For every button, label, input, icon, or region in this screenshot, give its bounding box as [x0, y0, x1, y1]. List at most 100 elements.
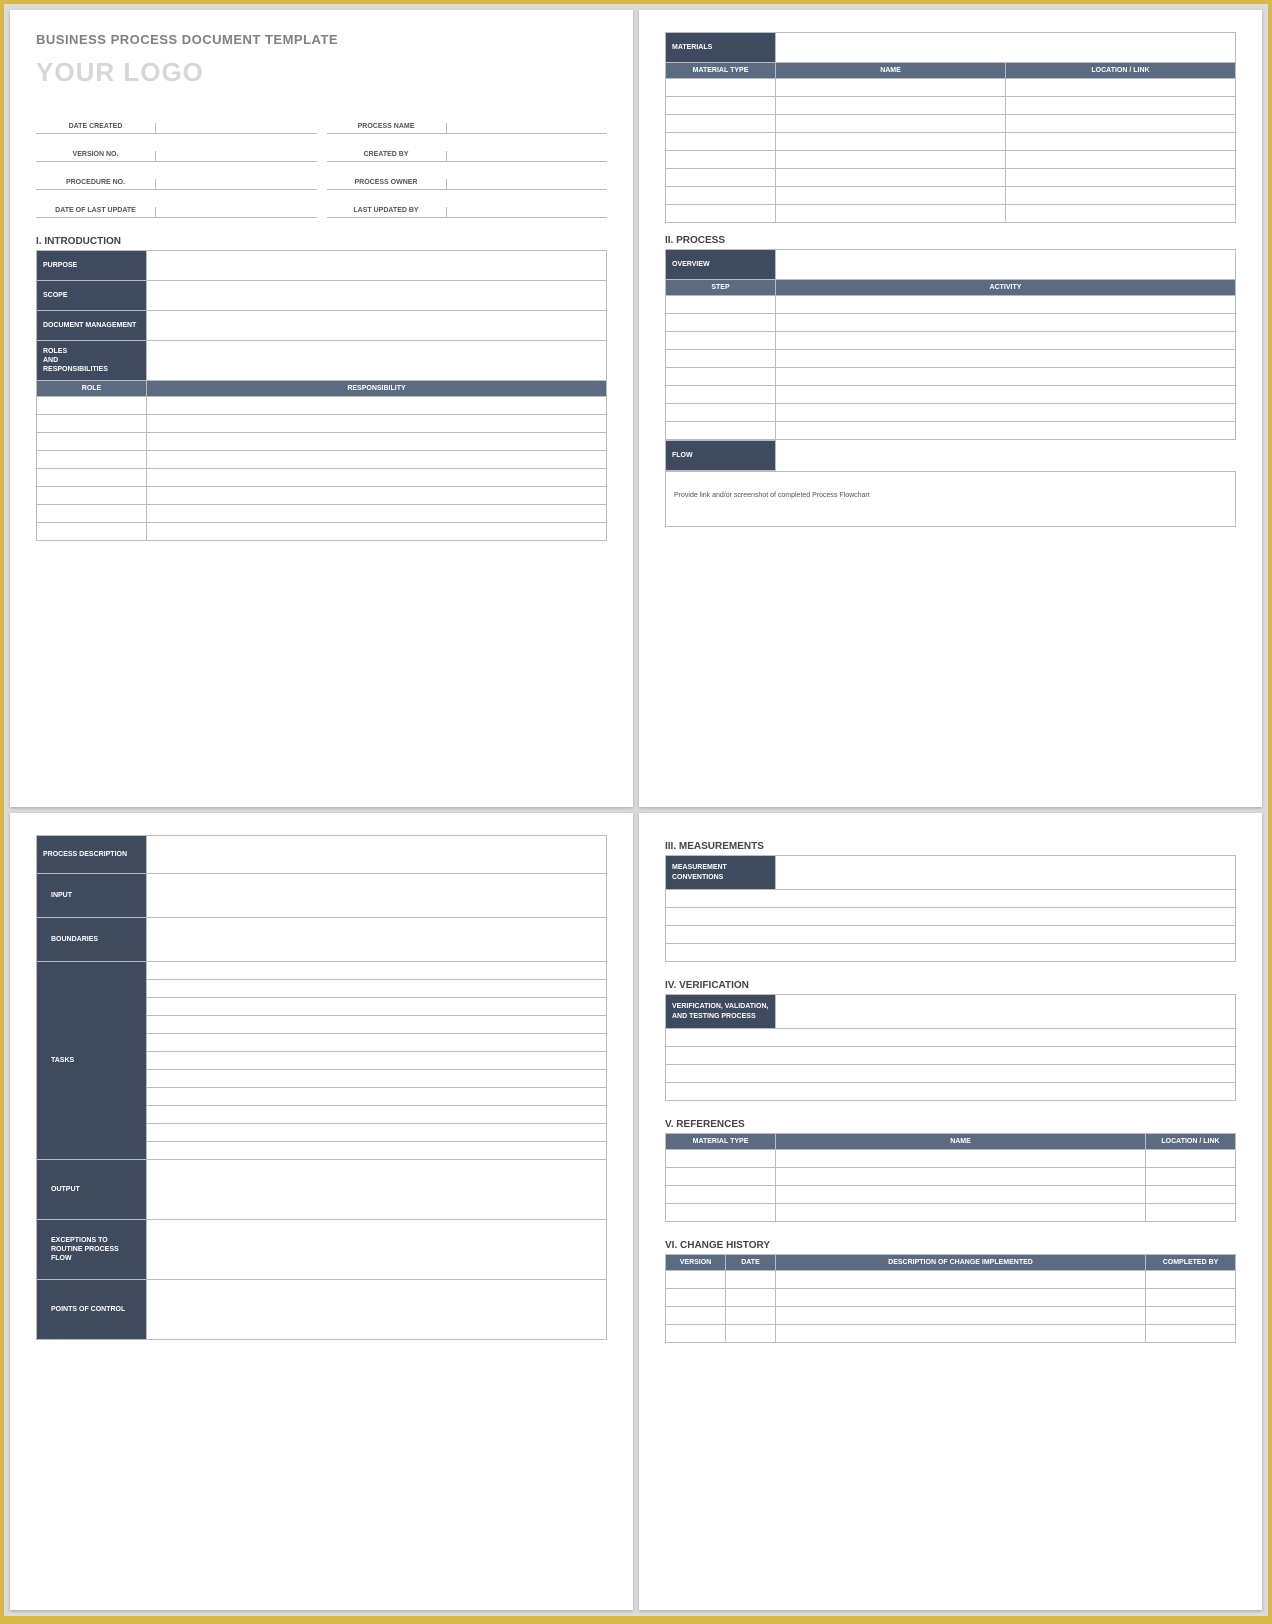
measurements-table: MEASUREMENT CONVENTIONS	[665, 855, 1236, 962]
table-row	[37, 505, 607, 523]
table-row	[37, 487, 607, 505]
page-4: III. MEASUREMENTS MEASUREMENT CONVENTION…	[639, 813, 1262, 1610]
col-step: STEP	[666, 280, 776, 296]
table-row	[666, 1271, 1236, 1289]
col-completed: COMPLETED BY	[1146, 1255, 1236, 1271]
meta-grid: DATE CREATED PROCESS NAME VERSION NO. CR…	[36, 106, 607, 218]
table-row	[666, 169, 1236, 187]
logo-placeholder: YOUR LOGO	[36, 57, 607, 88]
meta-process-owner: PROCESS OWNER	[327, 162, 608, 190]
table-row	[666, 1186, 1236, 1204]
document-spread: BUSINESS PROCESS DOCUMENT TEMPLATE YOUR …	[4, 4, 1268, 1616]
section-change-history-heading: VI. CHANGE HISTORY	[665, 1240, 1236, 1251]
col-material-type: MATERIAL TYPE	[666, 63, 776, 79]
section-process-heading: II. PROCESS	[665, 235, 1236, 246]
table-row	[666, 115, 1236, 133]
label-process-description: PROCESS DESCRIPTION	[37, 836, 147, 874]
col-material-name: NAME	[776, 63, 1006, 79]
meta-created-by: CREATED BY	[327, 134, 608, 162]
change-history-table: VERSION DATE DESCRIPTION OF CHANGE IMPLE…	[665, 1254, 1236, 1343]
col-activity: ACTIVITY	[776, 280, 1236, 296]
col-material-location: LOCATION / LINK	[1006, 63, 1236, 79]
label-scope: SCOPE	[37, 281, 147, 311]
cell-scope	[147, 281, 607, 311]
cell-roles-resp	[147, 341, 607, 381]
table-row	[666, 908, 1236, 926]
table-row	[666, 332, 1236, 350]
label-verification: VERIFICATION, VALIDATION, AND TESTING PR…	[666, 995, 776, 1029]
page-3: PROCESS DESCRIPTION INPUT BOUNDARIES TAS…	[10, 813, 633, 1610]
table-row	[666, 1047, 1236, 1065]
table-row	[37, 469, 607, 487]
page-footer	[36, 787, 607, 795]
introduction-table: PURPOSE SCOPE DOCUMENT MANAGEMENT ROLES …	[36, 250, 607, 541]
page-footer	[665, 787, 1236, 795]
table-row	[666, 97, 1236, 115]
table-row	[666, 404, 1236, 422]
label-flow: FLOW	[666, 441, 776, 471]
table-row	[666, 296, 1236, 314]
table-row	[666, 1065, 1236, 1083]
table-row	[666, 1168, 1236, 1186]
table-row	[666, 944, 1236, 962]
label-overview: OVERVIEW	[666, 250, 776, 280]
meta-date-last-update: DATE OF LAST UPDATE	[36, 190, 317, 218]
table-row	[666, 79, 1236, 97]
section-verification-heading: IV. VERIFICATION	[665, 980, 1236, 991]
label-doc-mgmt: DOCUMENT MANAGEMENT	[37, 311, 147, 341]
references-table: MATERIAL TYPE NAME LOCATION / LINK	[665, 1133, 1236, 1222]
table-row	[666, 422, 1236, 440]
page-footer	[36, 1590, 607, 1598]
col-role: ROLE	[37, 381, 147, 397]
table-row	[37, 433, 607, 451]
table-row	[666, 1150, 1236, 1168]
table-row	[666, 1307, 1236, 1325]
cell-purpose	[147, 251, 607, 281]
flow-table: FLOW	[665, 440, 1236, 471]
table-row	[37, 397, 607, 415]
table-row	[666, 386, 1236, 404]
process-table: OVERVIEW STEP ACTIVITY	[665, 249, 1236, 440]
table-row	[666, 205, 1236, 223]
doc-title: BUSINESS PROCESS DOCUMENT TEMPLATE	[36, 32, 607, 47]
label-exceptions: EXCEPTIONS TO ROUTINE PROCESS FLOW	[37, 1220, 147, 1280]
label-points-of-control: POINTS OF CONTROL	[37, 1280, 147, 1340]
verification-table: VERIFICATION, VALIDATION, AND TESTING PR…	[665, 994, 1236, 1101]
col-responsibility: RESPONSIBILITY	[147, 381, 607, 397]
table-row	[37, 451, 607, 469]
meta-date-created: DATE CREATED	[36, 106, 317, 134]
label-input: INPUT	[37, 874, 147, 918]
label-measurement-conventions: MEASUREMENT CONVENTIONS	[666, 856, 776, 890]
table-row	[666, 314, 1236, 332]
materials-table: MATERIALS MATERIAL TYPE NAME LOCATION / …	[665, 32, 1236, 223]
col-ref-location: LOCATION / LINK	[1146, 1134, 1236, 1150]
col-desc: DESCRIPTION OF CHANGE IMPLEMENTED	[776, 1255, 1146, 1271]
meta-procedure-no: PROCEDURE NO.	[36, 162, 317, 190]
label-boundaries: BOUNDARIES	[37, 918, 147, 962]
meta-process-name: PROCESS NAME	[327, 106, 608, 134]
col-date: DATE	[726, 1255, 776, 1271]
label-purpose: PURPOSE	[37, 251, 147, 281]
table-row	[666, 926, 1236, 944]
meta-last-updated-by: LAST UPDATED BY	[327, 190, 608, 218]
table-row	[666, 350, 1236, 368]
page-footer	[665, 1590, 1236, 1598]
section-measurements-heading: III. MEASUREMENTS	[665, 841, 1236, 852]
label-materials: MATERIALS	[666, 33, 776, 63]
page-1: BUSINESS PROCESS DOCUMENT TEMPLATE YOUR …	[10, 10, 633, 807]
table-row	[666, 890, 1236, 908]
table-row	[666, 1289, 1236, 1307]
table-row	[666, 368, 1236, 386]
table-row	[666, 187, 1236, 205]
table-row	[666, 1204, 1236, 1222]
col-version: VERSION	[666, 1255, 726, 1271]
table-row	[666, 1083, 1236, 1101]
col-ref-name: NAME	[776, 1134, 1146, 1150]
process-description-table: PROCESS DESCRIPTION INPUT BOUNDARIES TAS…	[36, 835, 607, 1340]
page-2: MATERIALS MATERIAL TYPE NAME LOCATION / …	[639, 10, 1262, 807]
cell-doc-mgmt	[147, 311, 607, 341]
label-roles-resp: ROLES AND RESPONSIBILITIES	[37, 341, 147, 381]
table-row	[666, 151, 1236, 169]
table-row	[666, 133, 1236, 151]
section-introduction-heading: I. INTRODUCTION	[36, 236, 607, 247]
